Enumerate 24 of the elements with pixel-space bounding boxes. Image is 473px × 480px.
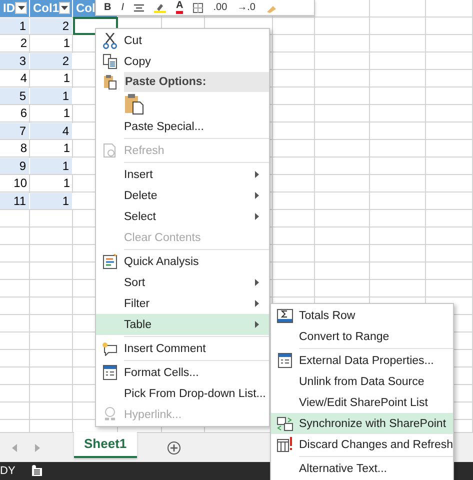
table-cell: 3 xyxy=(0,52,30,69)
table-cell-text: 1 xyxy=(62,140,71,156)
table-cell: 5 xyxy=(0,88,30,104)
table-cell-text: 6 xyxy=(19,105,28,122)
table-cell: 4 xyxy=(30,122,73,139)
table-cell: 11 xyxy=(0,192,30,209)
table-cell-text: 1 xyxy=(62,105,71,122)
table-cell-text: 10 xyxy=(12,175,28,192)
table-cell: 1 xyxy=(30,88,73,104)
table-cell: 1 xyxy=(30,192,73,209)
table-cell: 7 xyxy=(0,122,30,139)
menu-section-header: Paste Options: xyxy=(124,72,269,92)
status-text: DY xyxy=(0,465,16,477)
table-cell: 2 xyxy=(30,18,73,34)
table-cell-text: 1 xyxy=(62,175,71,192)
table-cell-text: 4 xyxy=(19,70,28,86)
table-cell: 2 xyxy=(30,52,73,69)
table-cell: 9 xyxy=(0,158,30,174)
table-cell-text: 1 xyxy=(62,35,71,52)
table-cell: 1 xyxy=(0,18,30,34)
table-cell: 1 xyxy=(30,158,73,174)
table-cell-text: 8 xyxy=(19,140,28,156)
table-cell-text: 1 xyxy=(62,70,71,86)
table-cell-text: 2 xyxy=(19,35,28,52)
